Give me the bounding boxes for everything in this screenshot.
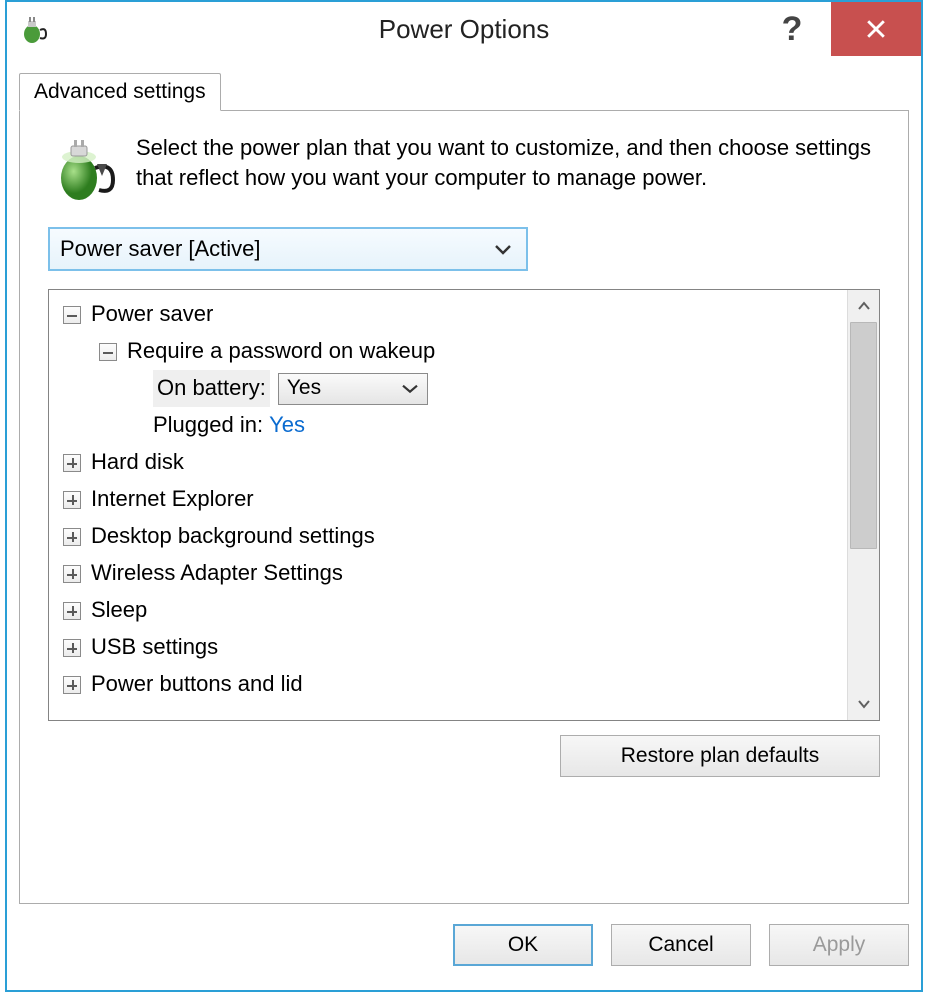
scrollbar-thumb[interactable] — [850, 322, 877, 549]
help-button[interactable]: ? — [753, 2, 831, 56]
expand-icon[interactable] — [63, 602, 81, 620]
expand-icon[interactable] — [63, 565, 81, 583]
close-button[interactable] — [831, 2, 921, 56]
titlebar: Power Options ? — [7, 2, 921, 56]
chevron-down-icon — [401, 371, 419, 406]
ok-button[interactable]: OK — [453, 924, 593, 966]
power-options-dialog: Power Options ? Advanced settings — [5, 0, 923, 992]
vertical-scrollbar[interactable] — [847, 290, 879, 720]
intro-text: Select the power plan that you want to c… — [136, 133, 880, 192]
tab-advanced-settings[interactable]: Advanced settings — [19, 73, 221, 111]
dialog-buttons: OK Cancel Apply — [453, 924, 909, 966]
expand-icon[interactable] — [63, 491, 81, 509]
cancel-button[interactable]: Cancel — [611, 924, 751, 966]
collapse-icon[interactable] — [99, 343, 117, 361]
power-options-icon — [17, 12, 51, 46]
expand-icon[interactable] — [63, 528, 81, 546]
tree-node-power-saver[interactable]: Power saver — [49, 296, 847, 333]
tree-leaf-on-battery[interactable]: On battery: Yes — [49, 370, 847, 407]
tree-node-require-password[interactable]: Require a password on wakeup — [49, 333, 847, 370]
tree-node-wireless-adapter[interactable]: Wireless Adapter Settings — [49, 555, 847, 592]
power-plan-dropdown[interactable]: Power saver [Active] — [48, 227, 528, 271]
battery-icon — [48, 133, 120, 205]
scroll-up-arrow-icon[interactable] — [848, 290, 879, 322]
on-battery-dropdown[interactable]: Yes — [278, 373, 428, 405]
collapse-icon[interactable] — [63, 306, 81, 324]
tab-panel: Select the power plan that you want to c… — [19, 110, 909, 904]
tabstrip: Advanced settings — [19, 66, 909, 110]
tree-node-desktop-background[interactable]: Desktop background settings — [49, 518, 847, 555]
plugged-in-value[interactable]: Yes — [269, 407, 305, 443]
expand-icon[interactable] — [63, 454, 81, 472]
tree-node-hard-disk[interactable]: Hard disk — [49, 444, 847, 481]
scrollbar-track[interactable] — [848, 322, 879, 688]
restore-plan-defaults-button[interactable]: Restore plan defaults — [560, 735, 880, 777]
tree-node-internet-explorer[interactable]: Internet Explorer — [49, 481, 847, 518]
apply-button[interactable]: Apply — [769, 924, 909, 966]
expand-icon[interactable] — [63, 676, 81, 694]
client-area: Advanced settings — [19, 66, 909, 976]
tree-node-power-buttons[interactable]: Power buttons and lid — [49, 666, 847, 703]
scroll-down-arrow-icon[interactable] — [848, 688, 879, 720]
tree-node-sleep[interactable]: Sleep — [49, 592, 847, 629]
settings-tree: Power saver Require a password on wakeup… — [48, 289, 880, 721]
power-plan-selected: Power saver [Active] — [60, 236, 261, 262]
expand-icon[interactable] — [63, 639, 81, 657]
tree-leaf-plugged-in[interactable]: Plugged in: Yes — [49, 407, 847, 444]
chevron-down-icon — [494, 236, 512, 262]
tree-node-usb-settings[interactable]: USB settings — [49, 629, 847, 666]
